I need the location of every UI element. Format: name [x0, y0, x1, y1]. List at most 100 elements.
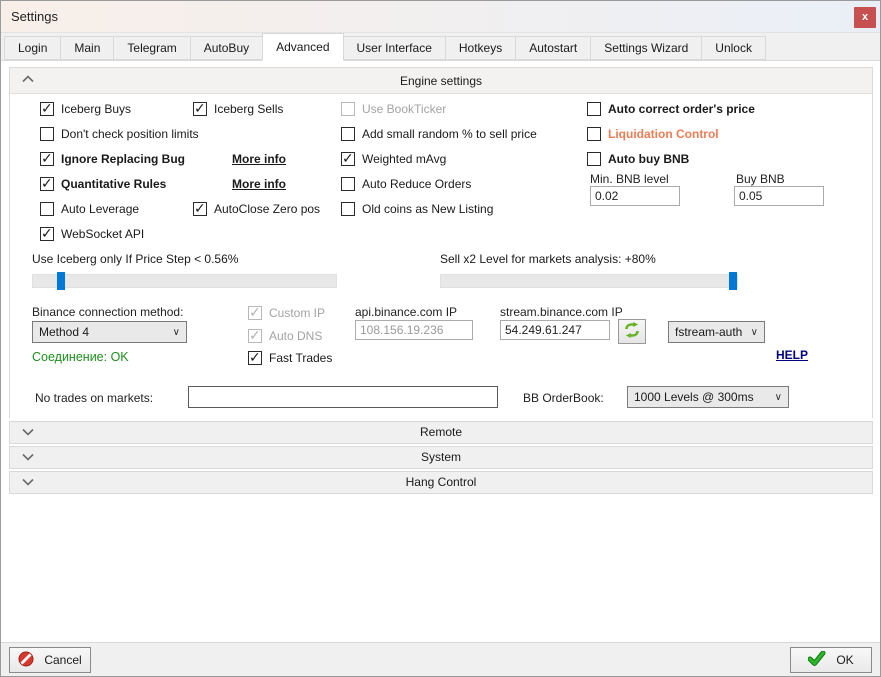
refresh-icon — [623, 322, 641, 341]
tab-autobuy[interactable]: AutoBuy — [190, 36, 263, 60]
tab-login[interactable]: Login — [4, 36, 61, 60]
checkbox-box — [587, 127, 601, 141]
checkbox-add-small-random[interactable]: Add small random % to sell price — [341, 125, 537, 143]
checkbox-autoclose-zero-pos[interactable]: AutoClose Zero pos — [193, 200, 320, 218]
checkbox-box — [341, 202, 355, 216]
section-title: Hang Control — [406, 475, 477, 489]
buy-bnb-label: Buy BNB — [736, 172, 785, 186]
checkbox-box — [40, 102, 54, 116]
ok-button[interactable]: OK — [790, 647, 872, 673]
checkbox-auto-reduce-orders[interactable]: Auto Reduce Orders — [341, 175, 471, 193]
help-link[interactable]: HELP — [776, 348, 808, 362]
checkbox-label: Iceberg Sells — [214, 102, 283, 116]
connection-status: Соединение: OK — [32, 350, 129, 364]
tab-advanced[interactable]: Advanced — [262, 33, 343, 61]
checkbox-liquidation-control[interactable]: Liquidation Control — [587, 125, 719, 143]
checkbox-box — [193, 202, 207, 216]
checkbox-label: Ignore Replacing Bug — [61, 152, 185, 166]
checkbox-fast-trades[interactable]: Fast Trades — [248, 349, 332, 367]
checkbox-use-bookticker[interactable]: Use BookTicker — [341, 100, 446, 118]
iceberg-slider-thumb[interactable] — [57, 272, 65, 290]
iceberg-slider[interactable] — [32, 274, 337, 288]
min-bnb-level-input[interactable] — [590, 186, 680, 206]
checkbox-quantitative-rules[interactable]: Quantitative Rules — [40, 175, 166, 193]
checkbox-dont-check-position-limits[interactable]: Don't check position limits — [40, 125, 199, 143]
checkbox-box — [248, 329, 262, 343]
bb-orderbook-dropdown[interactable]: 1000 Levels @ 300ms ∨ — [627, 386, 789, 408]
checkbox-label: AutoClose Zero pos — [214, 202, 320, 216]
checkbox-auto-leverage[interactable]: Auto Leverage — [40, 200, 139, 218]
tab-user-interface[interactable]: User Interface — [343, 36, 446, 60]
window-title: Settings — [11, 9, 58, 24]
iceberg-slider-label: Use Iceberg only If Price Step < 0.56% — [32, 252, 238, 266]
stream-mode-dropdown[interactable]: fstream-auth ∨ — [668, 321, 765, 343]
chevron-down-icon: ∨ — [751, 327, 758, 338]
checkbox-auto-correct-price[interactable]: Auto correct order's price — [587, 100, 755, 118]
checkbox-box — [587, 102, 601, 116]
chevron-down-icon: ∨ — [173, 327, 180, 338]
api-binance-ip-label: api.binance.com IP — [355, 305, 457, 319]
api-binance-ip-input[interactable] — [355, 320, 473, 340]
checkbox-label: Custom IP — [269, 306, 325, 320]
connection-method-value: Method 4 — [39, 325, 89, 339]
checkbox-box — [40, 152, 54, 166]
checkbox-auto-buy-bnb[interactable]: Auto buy BNB — [587, 150, 689, 168]
checkbox-box — [40, 227, 54, 241]
section-remote[interactable]: Remote — [9, 421, 873, 444]
checkbox-box — [341, 102, 355, 116]
tab-autostart[interactable]: Autostart — [515, 36, 591, 60]
checkbox-label: Quantitative Rules — [61, 177, 166, 191]
checkbox-iceberg-buys[interactable]: Iceberg Buys — [40, 100, 131, 118]
checkbox-label: Don't check position limits — [61, 127, 199, 141]
tab-unlock[interactable]: Unlock — [701, 36, 766, 60]
section-system[interactable]: System — [9, 446, 873, 469]
cancel-icon — [18, 651, 34, 670]
engine-settings-header[interactable]: Engine settings — [10, 68, 872, 94]
checkbox-label: Weighted mAvg — [362, 152, 446, 166]
checkbox-ignore-replacing-bug[interactable]: Ignore Replacing Bug — [40, 150, 185, 168]
refresh-ip-button[interactable] — [618, 319, 646, 344]
ok-check-icon — [808, 651, 826, 669]
checkbox-box — [341, 177, 355, 191]
cancel-label: Cancel — [44, 653, 81, 667]
cancel-button[interactable]: Cancel — [9, 647, 91, 673]
checkbox-label: WebSocket API — [61, 227, 144, 241]
chevron-down-icon — [22, 453, 34, 461]
checkbox-weighted-mavg[interactable]: Weighted mAvg — [341, 150, 446, 168]
checkbox-box — [341, 152, 355, 166]
no-trades-label: No trades on markets: — [35, 391, 153, 405]
close-button[interactable]: x — [854, 7, 876, 28]
checkbox-box — [193, 102, 207, 116]
checkbox-label: Auto buy BNB — [608, 152, 689, 166]
settings-window: Settings x Login Main Telegram AutoBuy A… — [0, 0, 881, 677]
sell-x2-slider-thumb[interactable] — [729, 272, 737, 290]
tab-main[interactable]: Main — [60, 36, 114, 60]
tab-hotkeys[interactable]: Hotkeys — [445, 36, 516, 60]
stream-binance-ip-input[interactable] — [500, 320, 610, 340]
checkbox-auto-dns[interactable]: Auto DNS — [248, 327, 322, 345]
more-info-link-replacing-bug[interactable]: More info — [232, 152, 286, 166]
section-hang-control[interactable]: Hang Control — [9, 471, 873, 494]
checkbox-old-coins-new-listing[interactable]: Old coins as New Listing — [341, 200, 493, 218]
tab-settings-wizard[interactable]: Settings Wizard — [590, 36, 702, 60]
checkbox-box — [248, 306, 262, 320]
section-title: System — [421, 450, 461, 464]
no-trades-input[interactable] — [188, 386, 498, 408]
checkbox-websocket-api[interactable]: WebSocket API — [40, 225, 144, 243]
checkbox-box — [40, 202, 54, 216]
connection-method-dropdown[interactable]: Method 4 ∨ — [32, 321, 187, 343]
checkbox-label: Auto correct order's price — [608, 102, 755, 116]
more-info-link-quantitative[interactable]: More info — [232, 177, 286, 191]
tab-telegram[interactable]: Telegram — [113, 36, 190, 60]
sell-x2-slider-label: Sell x2 Level for markets analysis: +80% — [440, 252, 656, 266]
checkbox-label: Use BookTicker — [362, 102, 446, 116]
checkbox-label: Auto Leverage — [61, 202, 139, 216]
chevron-down-icon — [22, 428, 34, 436]
buy-bnb-input[interactable] — [734, 186, 824, 206]
checkbox-iceberg-sells[interactable]: Iceberg Sells — [193, 100, 283, 118]
sell-x2-slider[interactable] — [440, 274, 738, 288]
bb-orderbook-label: BB OrderBook: — [523, 391, 604, 405]
checkbox-custom-ip[interactable]: Custom IP — [248, 304, 325, 322]
chevron-up-icon — [22, 75, 34, 83]
checkbox-box — [587, 152, 601, 166]
